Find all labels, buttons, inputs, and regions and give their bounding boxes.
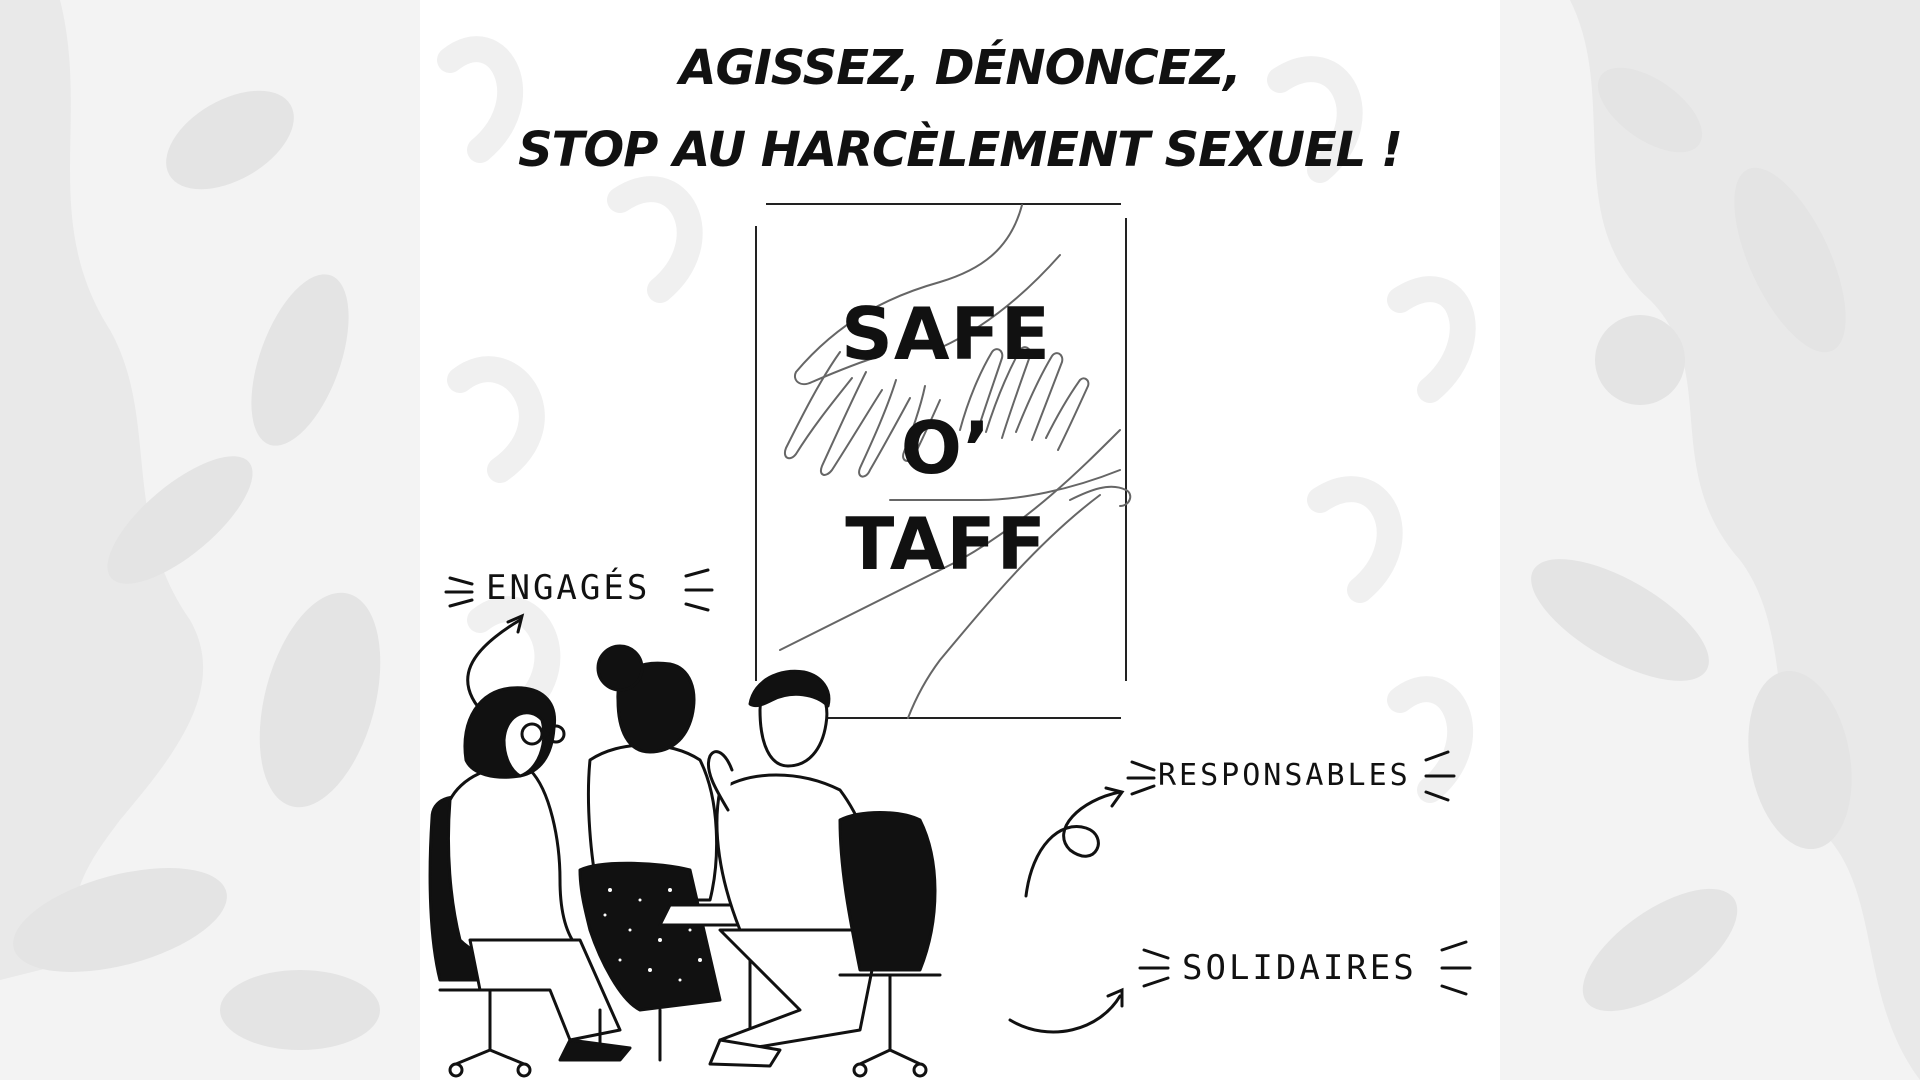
canvas: AGISSEZ, DÉNONCEZ, STOP AU HARCÈLEMENT S… <box>0 0 1920 1080</box>
poster: AGISSEZ, DÉNONCEZ, STOP AU HARCÈLEMENT S… <box>420 0 1500 1080</box>
people-meeting-illustration <box>428 644 942 1078</box>
